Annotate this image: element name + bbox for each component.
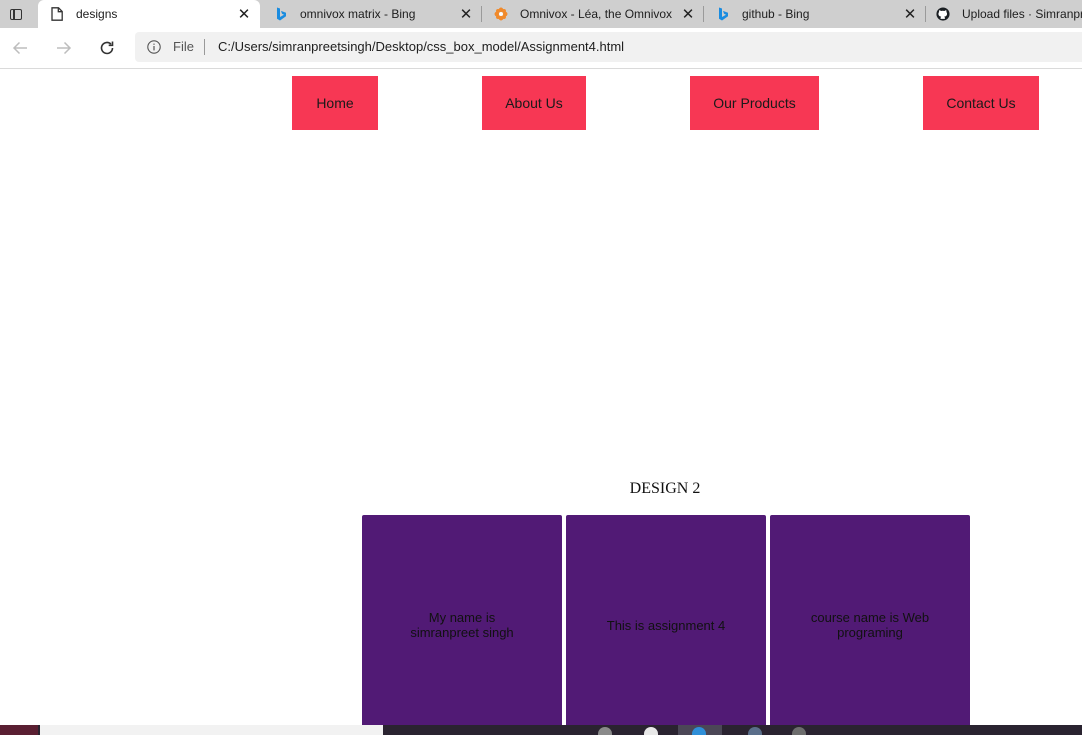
bing-icon xyxy=(274,7,288,21)
tab-title: github - Bing xyxy=(742,7,810,21)
tab-title: Upload files · Simranpr xyxy=(962,7,1082,21)
refresh-icon xyxy=(100,41,114,55)
tab-omnivox-matrix-bing[interactable]: omnivox matrix - Bing ✕ xyxy=(262,0,482,28)
tab-strip: designs ✕ omnivox matrix - Bing ✕ Omnivo… xyxy=(0,0,1082,28)
back-button[interactable] xyxy=(8,36,32,60)
close-tab-icon[interactable]: ✕ xyxy=(902,6,918,23)
github-icon xyxy=(936,7,950,21)
nav-contact-us-button[interactable]: Contact Us xyxy=(923,76,1039,130)
tab-github-bing[interactable]: github - Bing ✕ xyxy=(704,0,926,28)
taskbar-app-icon[interactable] xyxy=(598,727,612,735)
nav-home-button[interactable]: Home xyxy=(292,76,378,130)
address-separator xyxy=(204,39,205,55)
page-icon xyxy=(50,7,64,21)
bing-icon xyxy=(716,7,730,21)
forward-arrow-icon xyxy=(57,41,72,55)
tab-github-upload[interactable]: Upload files · Simranpr xyxy=(924,0,1082,28)
browser-toolbar: File C:/Users/simranpreetsingh/Desktop/c… xyxy=(0,28,1082,69)
info-box-text: This is assignment 4 xyxy=(606,617,726,633)
taskbar-app-icon[interactable] xyxy=(644,727,658,735)
refresh-button[interactable] xyxy=(95,36,119,60)
info-box-course: course name is Web programing xyxy=(770,515,970,735)
close-tab-icon[interactable]: ✕ xyxy=(236,6,252,23)
info-icon[interactable] xyxy=(147,40,161,54)
info-box-name: My name is simranpreet singh xyxy=(362,515,562,735)
nav-our-products-button[interactable]: Our Products xyxy=(690,76,819,130)
nav-about-us-button[interactable]: About Us xyxy=(482,76,586,130)
start-button[interactable] xyxy=(0,725,38,735)
close-tab-icon[interactable]: ✕ xyxy=(458,6,474,23)
info-box-text: My name is simranpreet singh xyxy=(410,610,514,640)
tab-omnivox-lea[interactable]: Omnivox - Léa, the Omnivox ✕ xyxy=(482,0,704,28)
forward-button[interactable] xyxy=(52,36,76,60)
tab-title: omnivox matrix - Bing xyxy=(300,7,416,21)
tab-actions-button[interactable] xyxy=(0,0,32,28)
taskbar-app-icon[interactable] xyxy=(748,727,762,735)
url-text[interactable]: C:/Users/simranpreetsingh/Desktop/css_bo… xyxy=(218,39,624,54)
taskbar-app-icon[interactable] xyxy=(692,727,706,735)
address-bar[interactable]: File C:/Users/simranpreetsingh/Desktop/c… xyxy=(135,32,1082,62)
file-scheme-label: File xyxy=(173,39,194,54)
taskbar-search-box[interactable] xyxy=(40,725,383,735)
taskbar-app-icon[interactable] xyxy=(792,727,806,735)
info-box-assignment: This is assignment 4 xyxy=(566,515,766,735)
tab-title: designs xyxy=(76,7,118,21)
tab-actions-icon xyxy=(10,8,22,20)
design-2-heading: DESIGN 2 xyxy=(629,480,701,497)
back-arrow-icon xyxy=(12,41,27,55)
close-tab-icon[interactable]: ✕ xyxy=(680,6,696,23)
info-box-text: course name is Web programing xyxy=(810,610,930,640)
tab-title: Omnivox - Léa, the Omnivox xyxy=(520,7,673,21)
tab-designs[interactable]: designs ✕ xyxy=(38,0,260,28)
omnivox-icon xyxy=(494,7,508,21)
os-taskbar xyxy=(0,725,1082,735)
